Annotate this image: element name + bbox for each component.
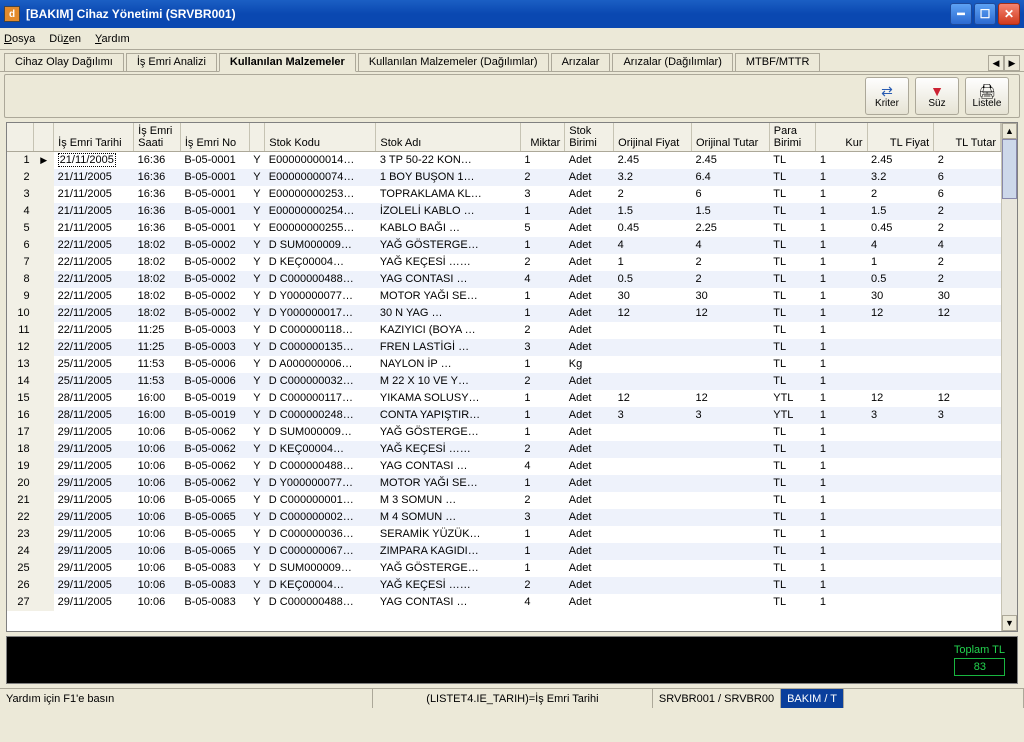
table-row[interactable]: 1528/11/200516:00B-05-0019YD C000000117…… xyxy=(7,390,1001,407)
grid-container: İş Emri Tarihi İş Emri Saati İş Emri No … xyxy=(6,122,1018,632)
table-row[interactable]: 2329/11/200510:06B-05-0065YD C000000036…… xyxy=(7,526,1001,543)
col-miktar[interactable]: Miktar xyxy=(520,123,564,152)
table-row[interactable]: 2429/11/200510:06B-05-0065YD C000000067…… xyxy=(7,543,1001,560)
menu-dosya[interactable]: Dosya xyxy=(4,33,35,45)
col-kur[interactable]: Kur xyxy=(816,123,867,152)
table-row[interactable]: 2629/11/200510:06B-05-0083YD KEÇ00004…YA… xyxy=(7,577,1001,594)
materials-table[interactable]: İş Emri Tarihi İş Emri Saati İş Emri No … xyxy=(7,123,1001,611)
menu-yardim[interactable]: Yardım xyxy=(95,33,130,45)
window-title: [BAKIM] Cihaz Yönetimi (SRVBR001) xyxy=(26,7,950,21)
summary-bar: Toplam TL 83 xyxy=(6,636,1018,684)
app-icon: d xyxy=(4,6,20,22)
col-blank[interactable] xyxy=(249,123,265,152)
statusbar: Yardım için F1'e basın (LISTET4.IE_TARIH… xyxy=(0,688,1024,708)
col-tl-tutar[interactable]: TL Tutar xyxy=(934,123,1001,152)
col-stok-kodu[interactable]: Stok Kodu xyxy=(265,123,376,152)
table-row[interactable]: 221/11/200516:36B-05-0001YE00000000074…1… xyxy=(7,169,1001,186)
col-stok-adi[interactable]: Stok Adı xyxy=(376,123,520,152)
col-para-birimi[interactable]: Para Birimi xyxy=(769,123,816,152)
table-row[interactable]: 1729/11/200510:06B-05-0062YD SUM000009…Y… xyxy=(7,424,1001,441)
table-row[interactable]: 1222/11/200511:25B-05-0003YD C000000135…… xyxy=(7,339,1001,356)
table-row[interactable]: 1325/11/200511:53B-05-0006YD A000000006…… xyxy=(7,356,1001,373)
table-row[interactable]: 1022/11/200518:02B-05-0002YD Y000000017…… xyxy=(7,305,1001,322)
filter-icon: ▼ xyxy=(930,84,944,98)
tabs-strip: Cihaz Olay Dağılımı İş Emri Analizi Kull… xyxy=(0,50,1024,72)
tab-mtbf-mttr[interactable]: MTBF/MTTR xyxy=(735,53,821,71)
tab-kullanilan-malzemeler[interactable]: Kullanılan Malzemeler xyxy=(219,53,356,72)
kriter-button[interactable]: ⇄ Kriter xyxy=(865,77,909,115)
table-row[interactable]: 521/11/200516:36B-05-0001YE00000000255…K… xyxy=(7,220,1001,237)
col-orijinal-fiyat[interactable]: Orijinal Fiyat xyxy=(614,123,692,152)
status-context: BAKIM / T xyxy=(781,689,844,708)
tab-arizalar[interactable]: Arızalar xyxy=(551,53,611,71)
listele-button[interactable]: 🖨 Listele xyxy=(965,77,1009,115)
table-row[interactable]: 822/11/200518:02B-05-0002YD C000000488…Y… xyxy=(7,271,1001,288)
toolbar: ⇄ Kriter ▼ Süz 🖨 Listele xyxy=(4,74,1020,118)
table-row[interactable]: 2229/11/200510:06B-05-0065YD C000000002…… xyxy=(7,509,1001,526)
printer-icon: 🖨 xyxy=(978,84,996,98)
table-row[interactable]: 622/11/200518:02B-05-0002YD SUM000009…YA… xyxy=(7,237,1001,254)
swap-icon: ⇄ xyxy=(881,84,893,98)
col-stok-birimi[interactable]: Stok Birimi xyxy=(565,123,614,152)
minimize-button[interactable]: ━ xyxy=(950,3,972,25)
close-button[interactable]: ✕ xyxy=(998,3,1020,25)
total-label: Toplam TL xyxy=(954,644,1005,656)
table-row[interactable]: 1122/11/200511:25B-05-0003YD C000000118…… xyxy=(7,322,1001,339)
table-row[interactable]: 421/11/200516:36B-05-0001YE00000000254…İ… xyxy=(7,203,1001,220)
vertical-scrollbar[interactable]: ▲ ▼ xyxy=(1001,123,1017,631)
table-row[interactable]: 922/11/200518:02B-05-0002YD Y000000077…M… xyxy=(7,288,1001,305)
tab-kullanilan-malzemeler-dagilim[interactable]: Kullanılan Malzemeler (Dağılımlar) xyxy=(358,53,549,71)
scroll-thumb[interactable] xyxy=(1002,139,1017,199)
tab-cihaz-olay[interactable]: Cihaz Olay Dağılımı xyxy=(4,53,124,71)
table-row[interactable]: 1425/11/200511:53B-05-0006YD C000000032…… xyxy=(7,373,1001,390)
tabs-scroll-right[interactable]: ▶ xyxy=(1004,55,1020,71)
table-row[interactable]: 2029/11/200510:06B-05-0062YD Y000000077…… xyxy=(7,475,1001,492)
suz-button[interactable]: ▼ Süz xyxy=(915,77,959,115)
scroll-down-icon[interactable]: ▼ xyxy=(1002,615,1017,631)
status-expression: (LISTET4.IE_TARIH)=İş Emri Tarihi xyxy=(373,689,653,708)
total-value: 83 xyxy=(954,658,1005,676)
menubar: Dosya Düzen Yardım xyxy=(0,28,1024,50)
table-row[interactable]: 2729/11/200510:06B-05-0083YD C000000488…… xyxy=(7,594,1001,611)
table-row[interactable]: 1929/11/200510:06B-05-0062YD C000000488…… xyxy=(7,458,1001,475)
scroll-up-icon[interactable]: ▲ xyxy=(1002,123,1017,139)
col-tl-fiyat[interactable]: TL Fiyat xyxy=(867,123,934,152)
table-row[interactable]: 1628/11/200516:00B-05-0019YD C000000248…… xyxy=(7,407,1001,424)
tab-arizalar-dagilim[interactable]: Arızalar (Dağılımlar) xyxy=(612,53,732,71)
col-is-emri-no[interactable]: İş Emri No xyxy=(180,123,249,152)
tabs-scroll-left[interactable]: ◀ xyxy=(988,55,1004,71)
table-row[interactable]: 2129/11/200510:06B-05-0065YD C000000001…… xyxy=(7,492,1001,509)
menu-duzen[interactable]: Düzen xyxy=(49,33,81,45)
status-server: SRVBR001 / SRVBR00 xyxy=(653,689,781,708)
table-row[interactable]: 2529/11/200510:06B-05-0083YD SUM000009…Y… xyxy=(7,560,1001,577)
maximize-button[interactable]: ☐ xyxy=(974,3,996,25)
tab-is-emri-analizi[interactable]: İş Emri Analizi xyxy=(126,53,217,71)
table-row[interactable]: 722/11/200518:02B-05-0002YD KEÇ00004…YAĞ… xyxy=(7,254,1001,271)
table-row[interactable]: 1829/11/200510:06B-05-0062YD KEÇ00004…YA… xyxy=(7,441,1001,458)
col-is-emri-tarihi[interactable]: İş Emri Tarihi xyxy=(54,123,134,152)
col-is-emri-saati[interactable]: İş Emri Saati xyxy=(134,123,181,152)
status-help: Yardım için F1'e basın xyxy=(0,689,373,708)
col-orijinal-tutar[interactable]: Orijinal Tutar xyxy=(691,123,769,152)
table-row[interactable]: 321/11/200516:36B-05-0001YE00000000253…T… xyxy=(7,186,1001,203)
titlebar: d [BAKIM] Cihaz Yönetimi (SRVBR001) ━ ☐ … xyxy=(0,0,1024,28)
table-row[interactable]: 1▶21/11/200516:36B-05-0001YE00000000014…… xyxy=(7,152,1001,169)
